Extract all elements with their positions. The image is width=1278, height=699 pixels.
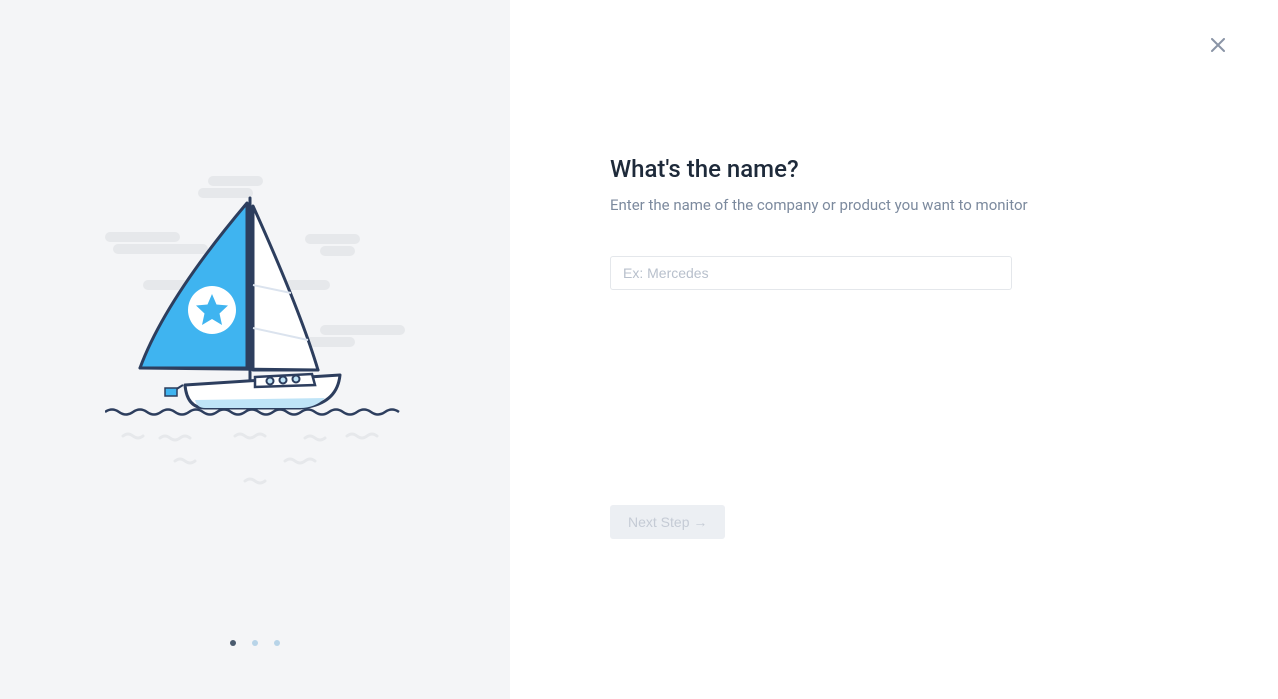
pagination-dot-2[interactable] xyxy=(252,640,258,646)
sailboat-illustration xyxy=(105,170,405,490)
pagination-dot-3[interactable] xyxy=(274,640,280,646)
step-pagination xyxy=(230,640,280,646)
pagination-dot-1[interactable] xyxy=(230,640,236,646)
next-step-button[interactable]: Next Step → xyxy=(610,505,725,539)
form-heading: What's the name? xyxy=(610,155,1178,183)
name-input[interactable] xyxy=(610,256,1012,290)
close-button[interactable] xyxy=(1208,36,1228,56)
close-icon xyxy=(1211,36,1225,56)
form-panel: What's the name? Enter the name of the c… xyxy=(510,0,1278,699)
form-subheading: Enter the name of the company or product… xyxy=(610,195,1178,216)
illustration-panel xyxy=(0,0,510,699)
